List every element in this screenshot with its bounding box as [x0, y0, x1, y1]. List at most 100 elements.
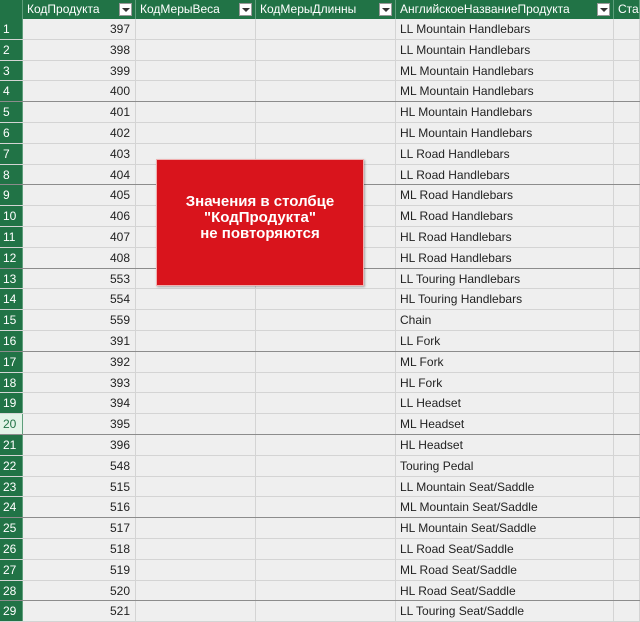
product-code-cell[interactable]: 406 — [23, 206, 136, 226]
filter-dropdown-icon[interactable] — [119, 3, 132, 16]
english-name-cell[interactable]: ML Road Handlebars — [396, 206, 614, 226]
product-code-cell[interactable]: 402 — [23, 122, 136, 143]
english-name-cell[interactable]: LL Road Handlebars — [396, 164, 614, 185]
product-code-cell[interactable]: 517 — [23, 518, 136, 538]
partial-cell[interactable] — [614, 455, 640, 476]
product-code-cell[interactable]: 521 — [23, 601, 136, 622]
product-code-cell[interactable]: 397 — [23, 19, 136, 39]
length-unit-cell[interactable] — [256, 518, 396, 538]
row-number[interactable]: 27 — [0, 559, 23, 580]
row-number[interactable]: 28 — [0, 580, 23, 601]
english-name-cell[interactable]: HL Fork — [396, 372, 614, 393]
table-row[interactable]: 5 401 HL Mountain Handlebars — [0, 102, 640, 123]
weight-unit-cell[interactable] — [136, 19, 256, 39]
english-name-cell[interactable]: LL Fork — [396, 330, 614, 351]
length-unit-cell[interactable] — [256, 559, 396, 580]
partial-cell[interactable] — [614, 330, 640, 351]
partial-cell[interactable] — [614, 206, 640, 226]
product-code-cell[interactable]: 408 — [23, 247, 136, 268]
english-name-cell[interactable]: LL Mountain Handlebars — [396, 39, 614, 60]
row-number[interactable]: 14 — [0, 289, 23, 310]
partial-cell[interactable] — [614, 372, 640, 393]
length-unit-cell[interactable] — [256, 81, 396, 102]
table-row[interactable]: 18 393 HL Fork — [0, 372, 640, 394]
partial-cell[interactable] — [614, 580, 640, 601]
table-row[interactable]: 27 519 ML Road Seat/Saddle — [0, 559, 640, 581]
row-number[interactable]: 10 — [0, 206, 23, 226]
partial-cell[interactable] — [614, 226, 640, 247]
row-number[interactable]: 5 — [0, 102, 23, 122]
row-number[interactable]: 15 — [0, 310, 23, 330]
partial-cell[interactable] — [614, 414, 640, 434]
english-name-cell[interactable]: HL Headset — [396, 434, 614, 455]
partial-cell[interactable] — [614, 518, 640, 538]
table-row[interactable]: 3 399 ML Mountain Handlebars — [0, 60, 640, 82]
english-name-cell[interactable]: ML Fork — [396, 351, 614, 372]
row-number[interactable]: 24 — [0, 497, 23, 518]
length-unit-cell[interactable] — [256, 60, 396, 81]
product-code-cell[interactable]: 553 — [23, 268, 136, 289]
weight-unit-cell[interactable] — [136, 476, 256, 497]
weight-unit-cell[interactable] — [136, 497, 256, 518]
corner-cell[interactable] — [0, 0, 23, 19]
row-number[interactable]: 18 — [0, 372, 23, 393]
weight-unit-cell[interactable] — [136, 434, 256, 455]
table-row[interactable]: 6 402 HL Mountain Handlebars — [0, 122, 640, 144]
table-row[interactable]: 15 559 Chain — [0, 310, 640, 331]
english-name-cell[interactable]: ML Mountain Seat/Saddle — [396, 497, 614, 518]
filter-dropdown-icon[interactable] — [239, 3, 252, 16]
length-unit-cell[interactable] — [256, 39, 396, 60]
partial-cell[interactable] — [614, 289, 640, 310]
column-header-english-name[interactable]: АнглийскоеНазваниеПродукта — [396, 0, 614, 19]
length-unit-cell[interactable] — [256, 122, 396, 143]
product-code-cell[interactable]: 404 — [23, 164, 136, 185]
table-row[interactable]: 25 517 HL Mountain Seat/Saddle — [0, 518, 640, 539]
weight-unit-cell[interactable] — [136, 372, 256, 393]
product-code-cell[interactable]: 391 — [23, 330, 136, 351]
length-unit-cell[interactable] — [256, 455, 396, 476]
weight-unit-cell[interactable] — [136, 330, 256, 351]
row-number[interactable]: 21 — [0, 434, 23, 455]
table-row[interactable]: 19 394 LL Headset — [0, 393, 640, 415]
english-name-cell[interactable]: LL Road Handlebars — [396, 143, 614, 164]
column-header-product-code[interactable]: КодПродукта — [23, 0, 136, 19]
partial-cell[interactable] — [614, 476, 640, 497]
partial-cell[interactable] — [614, 185, 640, 206]
row-number[interactable]: 23 — [0, 476, 23, 497]
table-row[interactable]: 22 548 Touring Pedal — [0, 455, 640, 477]
length-unit-cell[interactable] — [256, 19, 396, 39]
english-name-cell[interactable]: Touring Pedal — [396, 455, 614, 476]
english-name-cell[interactable]: Chain — [396, 310, 614, 330]
english-name-cell[interactable]: LL Mountain Seat/Saddle — [396, 476, 614, 497]
length-unit-cell[interactable] — [256, 330, 396, 351]
partial-cell[interactable] — [614, 39, 640, 60]
partial-cell[interactable] — [614, 81, 640, 102]
table-row[interactable]: 16 391 LL Fork — [0, 330, 640, 352]
partial-cell[interactable] — [614, 143, 640, 164]
table-row[interactable]: 23 515 LL Mountain Seat/Saddle — [0, 476, 640, 498]
length-unit-cell[interactable] — [256, 393, 396, 414]
length-unit-cell[interactable] — [256, 476, 396, 497]
filter-dropdown-icon[interactable] — [379, 3, 392, 16]
product-code-cell[interactable]: 520 — [23, 580, 136, 601]
row-number[interactable]: 26 — [0, 538, 23, 559]
length-unit-cell[interactable] — [256, 601, 396, 622]
english-name-cell[interactable]: LL Touring Handlebars — [396, 268, 614, 289]
partial-cell[interactable] — [614, 102, 640, 122]
product-code-cell[interactable]: 400 — [23, 81, 136, 102]
partial-cell[interactable] — [614, 497, 640, 518]
english-name-cell[interactable]: LL Road Seat/Saddle — [396, 538, 614, 559]
partial-cell[interactable] — [614, 559, 640, 580]
length-unit-cell[interactable] — [256, 310, 396, 330]
weight-unit-cell[interactable] — [136, 414, 256, 434]
product-code-cell[interactable]: 518 — [23, 538, 136, 559]
product-code-cell[interactable]: 554 — [23, 289, 136, 310]
english-name-cell[interactable]: ML Headset — [396, 414, 614, 434]
weight-unit-cell[interactable] — [136, 601, 256, 622]
product-code-cell[interactable]: 403 — [23, 143, 136, 164]
product-code-cell[interactable]: 398 — [23, 39, 136, 60]
partial-cell[interactable] — [614, 434, 640, 455]
row-number[interactable]: 9 — [0, 185, 23, 206]
weight-unit-cell[interactable] — [136, 102, 256, 122]
weight-unit-cell[interactable] — [136, 538, 256, 559]
